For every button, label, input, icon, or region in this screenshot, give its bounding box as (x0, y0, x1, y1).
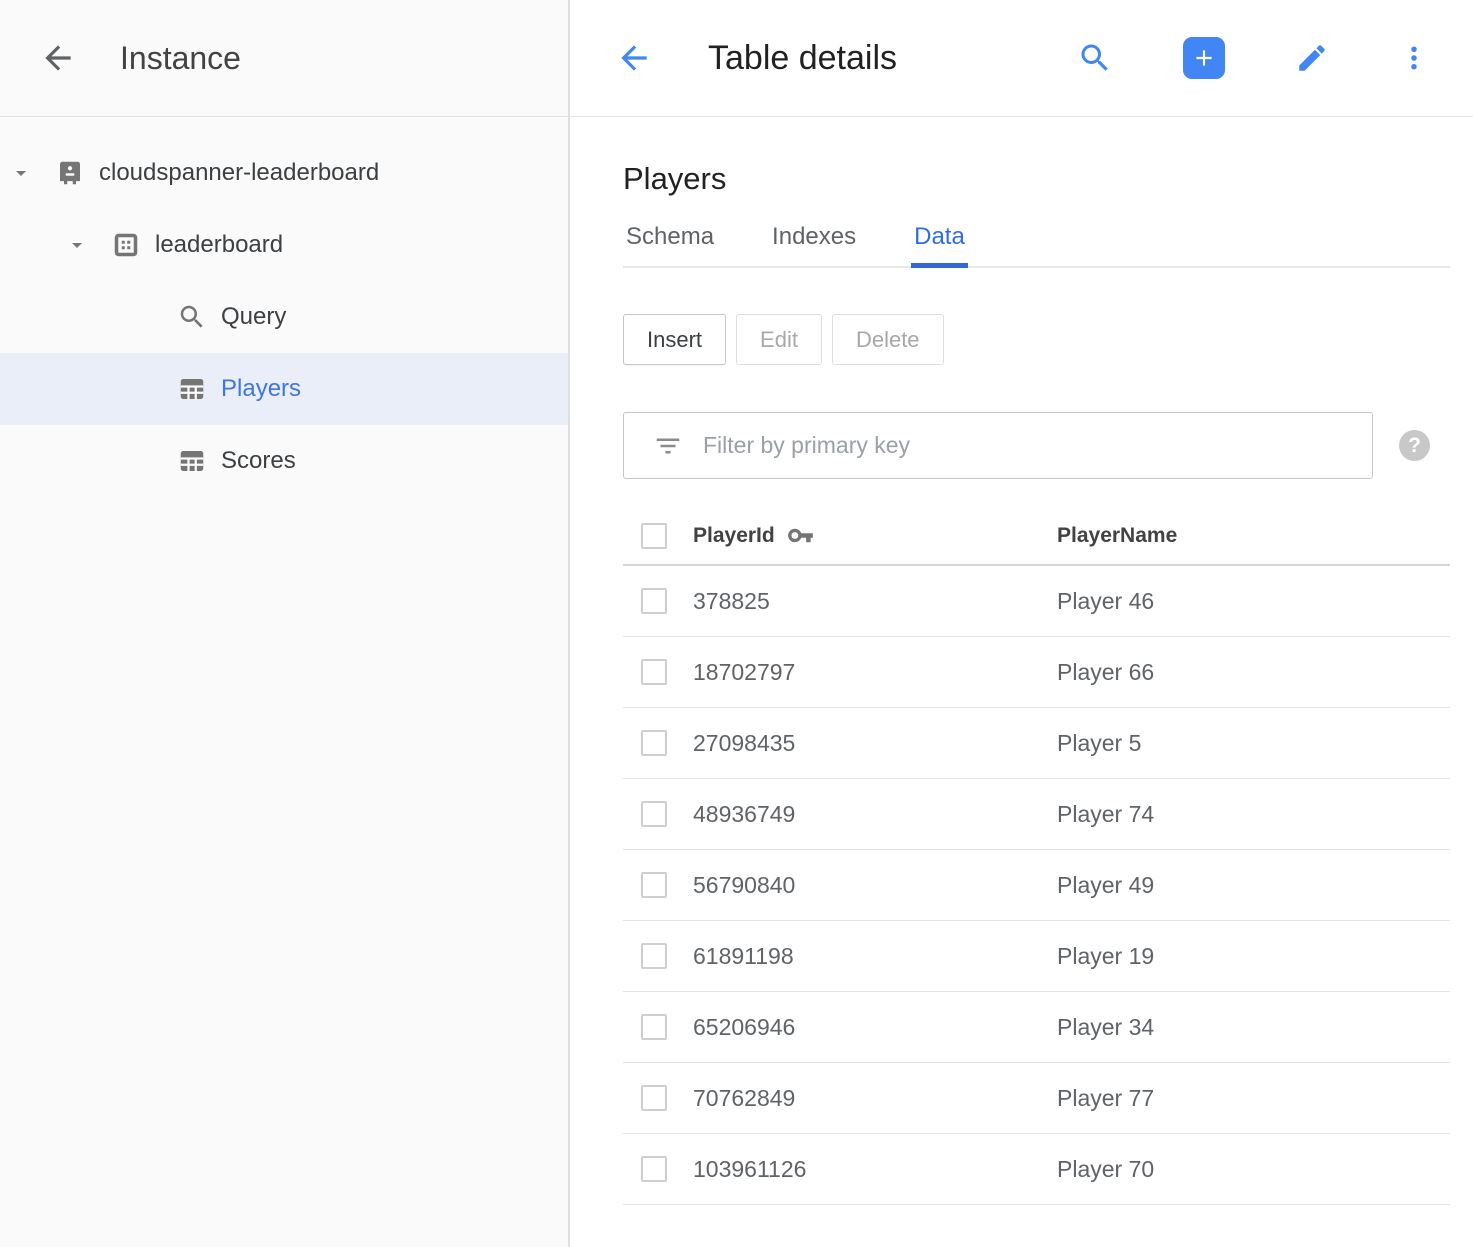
row-checkbox[interactable] (641, 801, 667, 827)
tab-indexes[interactable]: Indexes (769, 223, 859, 266)
tab-schema[interactable]: Schema (623, 223, 717, 266)
tree-label-players: Players (221, 375, 301, 403)
table-row[interactable]: 48936749 Player 74 (623, 779, 1450, 850)
cell-playername: Player 74 (1057, 801, 1450, 828)
row-checkbox[interactable] (641, 1156, 667, 1182)
table-name-heading: Players (623, 161, 1450, 197)
cell-playername: Player 70 (1057, 1156, 1450, 1183)
insert-button[interactable]: Insert (623, 314, 726, 365)
row-checkbox[interactable] (641, 1085, 667, 1111)
sidebar-title: Instance (120, 40, 241, 77)
row-checkbox[interactable] (641, 872, 667, 898)
row-action-toolbar: Insert Edit Delete (623, 314, 1450, 365)
create-table-button[interactable] (1183, 37, 1225, 79)
cell-playerid: 48936749 (693, 801, 1057, 828)
tree-label-query: Query (221, 303, 286, 331)
sidebar-header: Instance (0, 0, 568, 117)
column-header-playerid: PlayerId (693, 522, 1057, 549)
table-row[interactable]: 18702797 Player 66 (623, 637, 1450, 708)
cell-playerid: 61891198 (693, 943, 1057, 970)
row-checkbox[interactable] (641, 943, 667, 969)
tab-bar: Schema Indexes Data (623, 223, 1450, 268)
tree-item-query[interactable]: Query (0, 281, 568, 353)
help-icon[interactable]: ? (1399, 430, 1430, 461)
table-row[interactable]: 56790840 Player 49 (623, 850, 1450, 921)
header-back-button[interactable] (614, 38, 654, 78)
tree-item-table-players[interactable]: Players (0, 353, 568, 425)
select-all-checkbox[interactable] (641, 523, 667, 549)
back-arrow-icon (39, 39, 77, 77)
cell-playername: Player 46 (1057, 588, 1450, 615)
tree-label-instance: cloudspanner-leaderboard (99, 159, 379, 187)
cell-playerid: 56790840 (693, 872, 1057, 899)
database-icon (110, 229, 142, 261)
primary-key-icon (787, 522, 814, 549)
table-row[interactable]: 61891198 Player 19 (623, 921, 1450, 992)
search-icon (176, 301, 208, 333)
instance-icon (54, 157, 86, 189)
page-title: Table details (708, 39, 897, 78)
cell-playername: Player 5 (1057, 730, 1450, 757)
table-details-content: Players Schema Indexes Data Insert Edit … (570, 117, 1473, 1205)
tree-label-database: leaderboard (155, 231, 283, 259)
table-icon (176, 373, 208, 405)
plus-icon (1191, 45, 1217, 71)
row-checkbox[interactable] (641, 588, 667, 614)
row-checkbox[interactable] (641, 730, 667, 756)
cell-playerid: 27098435 (693, 730, 1057, 757)
cell-playerid: 70762849 (693, 1085, 1057, 1112)
cell-playername: Player 49 (1057, 872, 1450, 899)
caret-down-icon[interactable] (8, 160, 34, 186)
pencil-icon (1295, 41, 1329, 75)
filter-input[interactable] (703, 432, 1360, 459)
caret-down-icon[interactable] (64, 232, 90, 258)
more-options-button[interactable] (1399, 43, 1429, 73)
sidebar: Instance cloudspanner-leaderboard (0, 0, 570, 1247)
edit-button[interactable]: Edit (736, 314, 822, 365)
header-actions (1077, 37, 1429, 79)
tree-item-table-scores[interactable]: Scores (0, 425, 568, 497)
data-table: PlayerId PlayerName 378825 Player 46 187… (623, 507, 1450, 1205)
cell-playername: Player 19 (1057, 943, 1450, 970)
tab-data[interactable]: Data (911, 223, 968, 266)
row-checkbox[interactable] (641, 659, 667, 685)
tree-item-instance[interactable]: cloudspanner-leaderboard (0, 137, 568, 209)
table-row[interactable]: 103961126 Player 70 (623, 1134, 1450, 1205)
row-checkbox[interactable] (641, 1014, 667, 1040)
tree-item-database[interactable]: leaderboard (0, 209, 568, 281)
search-button[interactable] (1077, 40, 1113, 76)
app-window: Instance cloudspanner-leaderboard (0, 0, 1473, 1247)
table-row[interactable]: 378825 Player 46 (623, 566, 1450, 637)
table-row[interactable]: 27098435 Player 5 (623, 708, 1450, 779)
delete-button[interactable]: Delete (832, 314, 944, 365)
cell-playerid: 378825 (693, 588, 1057, 615)
table-header-row: PlayerId PlayerName (623, 507, 1450, 566)
cell-playerid: 65206946 (693, 1014, 1057, 1041)
edit-schema-button[interactable] (1295, 41, 1329, 75)
cell-playerid: 103961126 (693, 1156, 1057, 1183)
filter-row: ? (623, 412, 1450, 479)
cell-playerid: 18702797 (693, 659, 1057, 686)
more-vert-icon (1399, 43, 1429, 73)
sidebar-back-button[interactable] (38, 38, 78, 78)
search-icon (1077, 40, 1113, 76)
tree-label-scores: Scores (221, 447, 296, 475)
main-panel: Table details (570, 0, 1473, 1247)
back-arrow-icon (615, 39, 653, 77)
cell-playername: Player 66 (1057, 659, 1450, 686)
filter-box (623, 412, 1373, 479)
filter-list-icon (653, 431, 683, 461)
cell-playername: Player 34 (1057, 1014, 1450, 1041)
table-icon (176, 445, 208, 477)
explorer-tree: cloudspanner-leaderboard leaderboard (0, 117, 568, 497)
table-row[interactable]: 65206946 Player 34 (623, 992, 1450, 1063)
column-header-label: PlayerId (693, 524, 775, 548)
table-details-header: Table details (570, 0, 1473, 117)
cell-playername: Player 77 (1057, 1085, 1450, 1112)
column-header-playername: PlayerName (1057, 524, 1450, 548)
table-row[interactable]: 70762849 Player 77 (623, 1063, 1450, 1134)
